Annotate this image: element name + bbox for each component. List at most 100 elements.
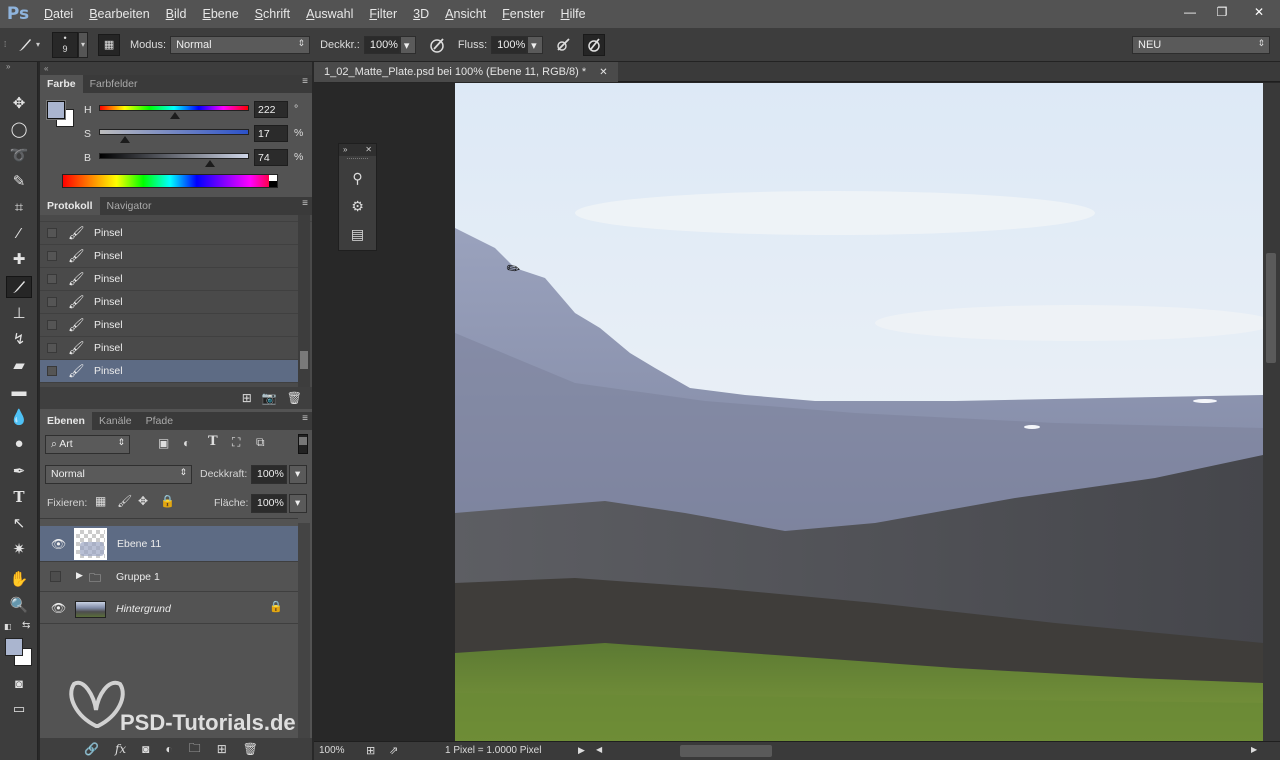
eyedropper-tool-icon[interactable]: ⁄: [6, 222, 32, 244]
color-ramp[interactable]: [62, 174, 278, 188]
crop-tool-icon[interactable]: ⌗: [6, 196, 32, 218]
ellipse-marquee-tool-icon[interactable]: ◯: [6, 118, 32, 140]
blend-mode-select[interactable]: Normal ⇕: [45, 465, 192, 484]
tab-farbe[interactable]: Farbe: [40, 75, 83, 93]
lock-image-pixels-icon[interactable]: 🖌: [117, 494, 132, 508]
swap-colors-icon[interactable]: ⇆: [22, 620, 30, 631]
path-selection-tool-icon[interactable]: ↖: [6, 512, 32, 534]
history-item[interactable]: 🖌 Pinsel: [40, 268, 298, 291]
new-snapshot-icon[interactable]: 📷: [262, 391, 277, 405]
default-colors-icon[interactable]: ◧: [4, 622, 12, 631]
scroll-right-icon[interactable]: ▶: [1251, 745, 1257, 754]
document-tab[interactable]: 1_02_Matte_Plate.psd bei 100% (Ebene 11,…: [314, 62, 618, 82]
history-snapshot-checkbox[interactable]: [47, 251, 57, 261]
history-item-active[interactable]: 🖌 Pinsel: [40, 360, 298, 383]
new-layer-icon[interactable]: ⊞: [217, 742, 227, 756]
history-snapshot-checkbox[interactable]: [47, 366, 57, 376]
brush-tool-icon[interactable]: [6, 276, 32, 298]
visibility-eye-icon[interactable]: 👁: [51, 601, 66, 615]
eraser-tool-icon[interactable]: ▰: [6, 354, 32, 376]
layer-filter-toggle[interactable]: [298, 434, 308, 454]
visibility-eye-icon[interactable]: 👁: [51, 537, 66, 551]
layer-row-ebene-11[interactable]: 👁 Ebene 11: [40, 526, 298, 562]
export-icon[interactable]: ⇗: [389, 744, 398, 757]
menu-datei[interactable]: Datei: [36, 7, 81, 21]
filter-adjustment-layers-icon[interactable]: ◐: [183, 436, 190, 450]
preset-dropdown-icon[interactable]: ▾: [36, 40, 40, 49]
close-button[interactable]: ✕: [1238, 2, 1280, 22]
menu-filter[interactable]: Filter: [361, 7, 405, 21]
history-snapshot-checkbox[interactable]: [47, 343, 57, 353]
tab-farbfelder[interactable]: Farbfelder: [83, 75, 145, 93]
gradient-tool-icon[interactable]: ▬: [6, 380, 32, 402]
delete-layer-icon[interactable]: 🗑: [243, 742, 258, 756]
type-tool-icon[interactable]: T: [6, 486, 32, 508]
toolbar-collapse-icon[interactable]: »: [0, 62, 37, 74]
filter-type-layers-icon[interactable]: T: [208, 434, 218, 449]
tab-ebenen[interactable]: Ebenen: [40, 412, 92, 430]
menu-schrift[interactable]: Schrift: [247, 7, 298, 21]
new-document-from-state-icon[interactable]: ⊞: [242, 391, 252, 405]
brightness-slider[interactable]: B 74 %: [84, 149, 309, 171]
zoom-level[interactable]: 100%: [319, 745, 345, 756]
saturation-track[interactable]: [99, 129, 249, 135]
brush-settings-icon[interactable]: ⚙: [339, 192, 376, 220]
tab-pfade[interactable]: Pfade: [139, 412, 180, 430]
brush-tool-preset-icon[interactable]: [14, 34, 36, 56]
brush-presets-icon[interactable]: ⚲: [339, 164, 376, 192]
hue-slider[interactable]: H 222 °: [84, 101, 309, 123]
fill-input[interactable]: 100%: [251, 494, 287, 513]
layers-panel-menu-icon[interactable]: ≡: [302, 413, 308, 424]
brightness-track[interactable]: [99, 153, 249, 159]
pressure-size-icon[interactable]: [583, 33, 606, 56]
vertical-scrollbar-thumb[interactable]: [1266, 253, 1276, 363]
document-info-icon[interactable]: ⊞: [366, 744, 375, 757]
link-layers-icon[interactable]: 🔗: [84, 742, 99, 756]
new-group-icon[interactable]: 🗀: [189, 739, 201, 760]
lasso-tool-icon[interactable]: ➰: [6, 144, 32, 166]
quick-selection-tool-icon[interactable]: ✎: [6, 170, 32, 192]
lock-position-icon[interactable]: ✥: [138, 494, 148, 508]
layer-filter-kind-select[interactable]: ⌕ Art ⇕: [45, 435, 130, 454]
history-item[interactable]: 🖌 Pinsel: [40, 222, 298, 245]
visibility-off-box[interactable]: [50, 571, 61, 582]
menu-auswahl[interactable]: Auswahl: [298, 7, 361, 21]
airbrush-icon[interactable]: [553, 34, 575, 56]
layer-row-gruppe-1[interactable]: ▶ 🗀 Gruppe 1: [40, 562, 298, 592]
canvas-background[interactable]: ✎ » ✕ ⚲ ⚙ ▤: [314, 83, 1280, 743]
filter-shape-layers-icon[interactable]: ⛶: [232, 435, 240, 450]
history-item[interactable]: 🖌 Pinsel: [40, 314, 298, 337]
screen-mode-icon[interactable]: ▭: [6, 698, 32, 720]
history-scrollbar-thumb[interactable]: [300, 351, 308, 369]
clone-stamp-tool-icon[interactable]: ⊥: [6, 302, 32, 324]
zoom-tool-icon[interactable]: 🔍: [6, 594, 32, 616]
history-scrollbar[interactable]: [298, 215, 310, 387]
delete-state-icon[interactable]: 🗑: [287, 391, 302, 405]
adjustment-layer-icon[interactable]: ◐: [165, 742, 172, 756]
status-menu-arrow-icon[interactable]: ▶: [578, 745, 585, 756]
lock-all-icon[interactable]: 🔒: [160, 494, 175, 508]
brightness-value-input[interactable]: 74: [254, 149, 288, 166]
menu-3d[interactable]: 3D: [405, 7, 437, 21]
history-item[interactable]: 🖌 Pinsel: [40, 245, 298, 268]
close-panel-icon[interactable]: ✕: [365, 144, 372, 156]
close-document-icon[interactable]: ✕: [599, 67, 607, 78]
panels-collapse-icon[interactable]: «: [40, 62, 312, 75]
menu-fenster[interactable]: Fenster: [494, 7, 552, 21]
history-item[interactable]: 🖌 Pinsel: [40, 337, 298, 360]
mode-select[interactable]: Normal ⇕: [170, 35, 311, 54]
tab-kanaele[interactable]: Kanäle: [92, 412, 139, 430]
saturation-slider[interactable]: S 17 %: [84, 125, 309, 147]
healing-brush-tool-icon[interactable]: ✚: [6, 248, 32, 270]
horizontal-scrollbar-thumb[interactable]: [680, 745, 772, 757]
hue-track[interactable]: [99, 105, 249, 111]
workspace-select[interactable]: NEU ⇕: [1132, 36, 1270, 54]
menu-bearbeiten[interactable]: Bearbeiten: [81, 7, 157, 21]
canvas-image[interactable]: ✎: [455, 83, 1263, 743]
quick-mask-icon[interactable]: ◙: [6, 672, 32, 694]
menu-bild[interactable]: Bild: [158, 7, 195, 21]
foreground-color-swatch[interactable]: [5, 638, 23, 656]
minimize-button[interactable]: —: [1174, 2, 1206, 22]
tab-navigator[interactable]: Navigator: [100, 197, 159, 215]
filter-smart-objects-icon[interactable]: ⧉: [256, 435, 265, 450]
